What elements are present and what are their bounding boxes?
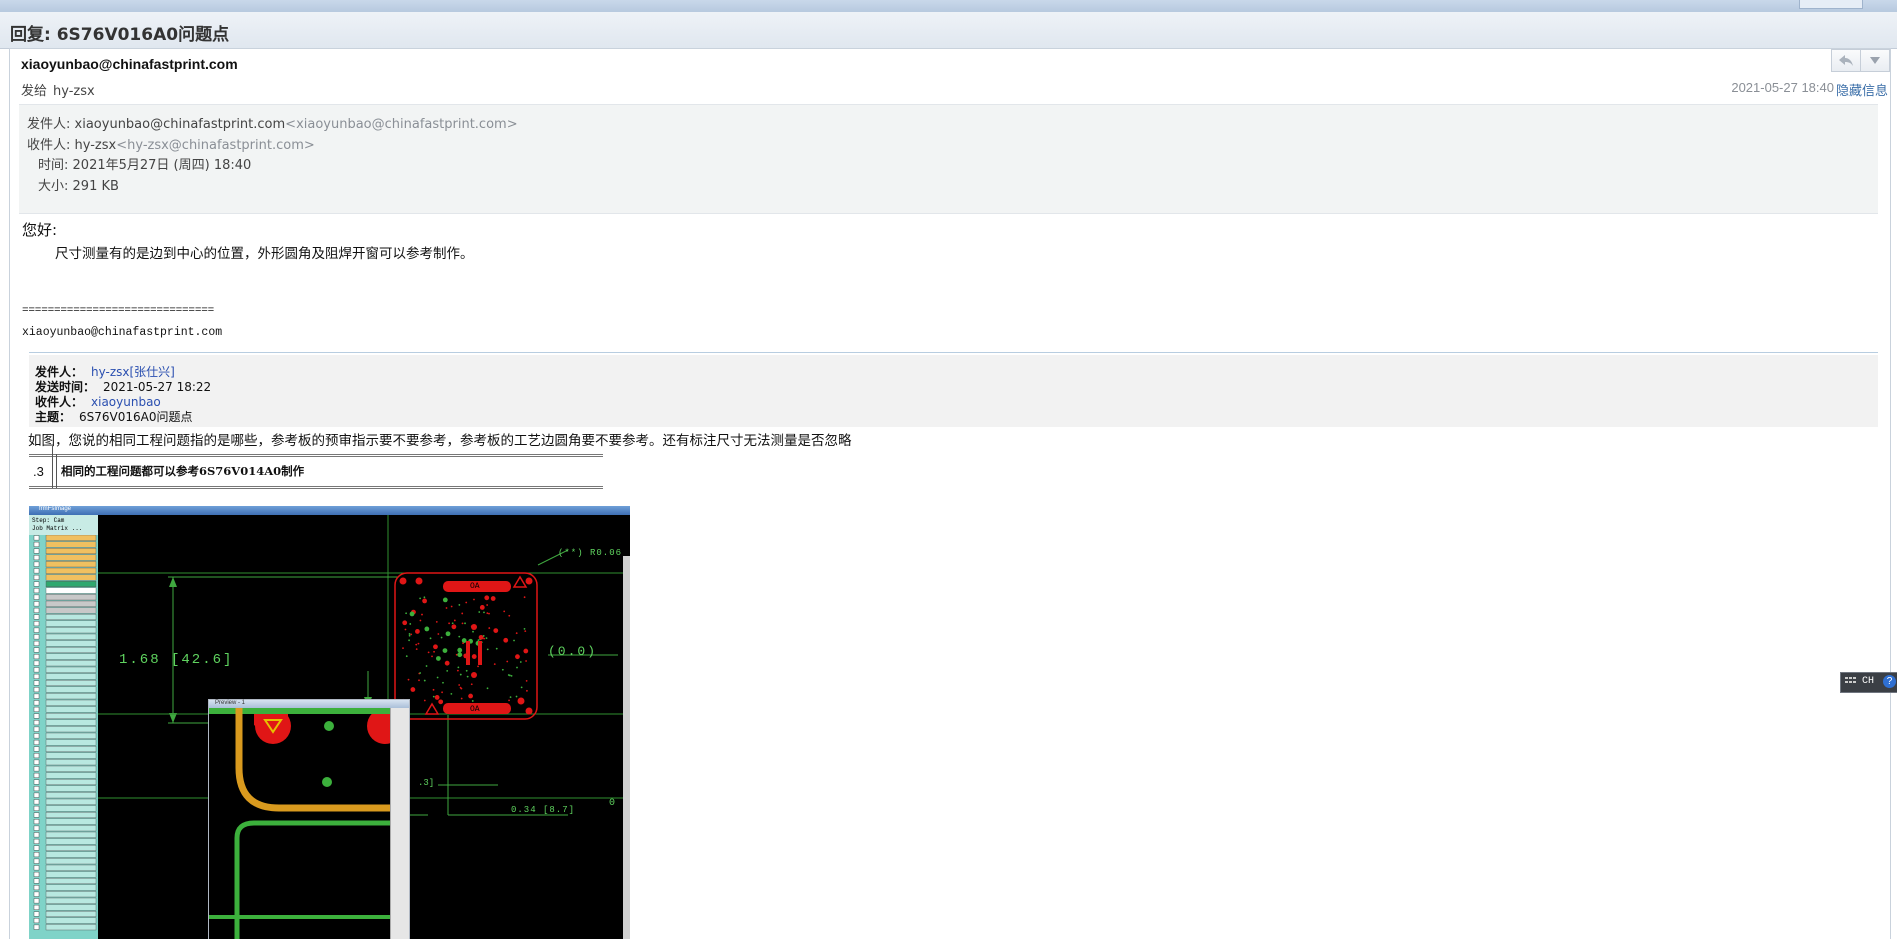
table-row-text: 相同的工程问题都可以参考6S76V014A0制作 <box>61 464 305 478</box>
from-address: <xiaoyunbao@chinafastprint.com> <box>285 117 518 132</box>
quoted-sent-label: 发送时间： <box>35 380 96 394</box>
message-date: 2021-05-27 18:40 <box>1731 80 1834 95</box>
size-row: 大小: 291 KB <box>38 175 119 194</box>
more-button[interactable] <box>1860 49 1890 72</box>
ime-indicator[interactable]: CH ? <box>1840 672 1897 693</box>
quoted-to-value[interactable]: xiaoyunbao <box>91 395 161 409</box>
keyboard-icon <box>1845 677 1856 683</box>
table-col-line-2 <box>56 454 57 488</box>
reply-button[interactable] <box>1831 49 1861 72</box>
table-top-rule <box>29 454 603 457</box>
cam-step-label: Step: Cam <box>32 517 65 524</box>
preview-titlebar: Preview - 1 <box>209 700 409 708</box>
pad-label-bottom: OA <box>470 705 480 714</box>
cam-window-title: frmFsImage <box>29 506 630 515</box>
preview-window[interactable]: Preview - 1 <box>208 699 410 939</box>
recipient-line: 发给 hy-zsx <box>21 80 95 99</box>
embedded-cam-screenshot[interactable]: frmFsImage Step: Cam Job Matrix ... 1.68… <box>29 506 630 939</box>
help-icon[interactable]: ? <box>1883 675 1896 688</box>
cam-job-matrix-label: Job Matrix ... <box>32 525 83 532</box>
from-label: 发件人: <box>27 117 71 132</box>
to-detail-name[interactable]: hy-zsx <box>75 138 117 153</box>
size-label: 大小: <box>38 179 69 194</box>
quoted-to-label: 收件人： <box>35 395 84 409</box>
table-row-number: .3 <box>33 464 44 479</box>
pad-label-top: OA <box>470 582 480 591</box>
signature: xiaoyunbao@chinafastprint.com <box>22 326 223 339</box>
time-row: 时间: 2021年5月27日 (周四) 18:40 <box>38 154 251 173</box>
to-label: 收件人: <box>27 138 71 153</box>
hide-info-link[interactable]: 隐藏信息 <box>1836 80 1888 99</box>
quoted-header: 发件人： hy-zsx[张仕兴] 发送时间： 2021-05-27 18:22 收件… <box>29 355 1878 427</box>
ime-label: CH <box>1862 676 1875 687</box>
message-panel: xiaoyunbao@chinafastprint.com 发给 hy-zsx 2… <box>9 48 1891 939</box>
quoted-subject-row: 主题： 6S76V016A0问题点 <box>35 408 193 425</box>
page-title: 回复: 6S76V016A0问题点 <box>10 25 230 45</box>
from-name[interactable]: xiaoyunbao@chinafastprint.com <box>75 117 286 132</box>
to-address: <hy-zsx@chinafastprint.com> <box>116 138 315 153</box>
preview-title: Preview - 1 <box>215 700 246 706</box>
to-prefix: 发给 <box>21 84 48 99</box>
preview-toolbar[interactable] <box>390 708 409 939</box>
dim-label-4: 0.34 [8.7] <box>511 805 576 815</box>
quoted-sent-value: 2021-05-27 18:22 <box>103 380 212 394</box>
time-label: 时间: <box>38 158 69 173</box>
dim-label-3: (**) R0.06 <box>558 548 623 558</box>
table-col-line <box>52 446 53 488</box>
quoted-from-value[interactable]: hy-zsx[张仕兴] <box>91 365 175 379</box>
cam-window-title-text: frmFsImage <box>39 506 72 512</box>
chevron-down-icon <box>1870 57 1880 64</box>
quote-divider <box>29 352 1878 353</box>
reply-icon <box>1839 55 1853 66</box>
quoted-subject-value: 6S76V016A0问题点 <box>79 410 193 424</box>
header-details: 发件人: xiaoyunbao@chinafastprint.com<xiaoy… <box>19 104 1878 214</box>
sender-name[interactable]: xiaoyunbao@chinafastprint.com <box>21 56 238 72</box>
time-value: 2021年5月27日 (周四) 18:40 <box>72 158 252 173</box>
to-row: 收件人: hy-zsx<hy-zsx@chinafastprint.com> <box>27 134 315 153</box>
cam-scrollbar[interactable] <box>623 556 630 939</box>
embedded-table-image: .3 相同的工程问题都可以参考6S76V014A0制作 <box>29 446 603 492</box>
size-value: 291 KB <box>72 179 119 194</box>
cam-panel-header: Step: Cam Job Matrix ... <box>29 515 98 535</box>
title-bar: 回复: 6S76V016A0问题点 <box>0 12 1897 49</box>
cam-layer-list <box>33 535 97 931</box>
dim-label-6: 0 <box>609 798 616 809</box>
body-line: 尺寸测量有的是边到中心的位置，外形圆角及阻焊开窗可以参考制作。 <box>55 246 474 262</box>
to-name[interactable]: hy-zsx <box>53 84 95 99</box>
quoted-subject-label: 主题： <box>35 410 72 424</box>
table-bottom-rule <box>29 486 603 489</box>
quoted-from-label: 发件人： <box>35 365 84 379</box>
separator-line: ============================== <box>22 305 215 317</box>
dim-label-2: (0.0) <box>548 644 598 659</box>
from-row: 发件人: xiaoyunbao@chinafastprint.com<xiaoy… <box>27 113 518 132</box>
window-controls[interactable] <box>1799 0 1863 9</box>
dim-label-1: 1.68 [42.6] <box>119 652 234 668</box>
greeting: 您好: <box>22 221 58 239</box>
preview-drawing <box>209 708 391 939</box>
dim-label-5: .3] <box>418 778 435 788</box>
